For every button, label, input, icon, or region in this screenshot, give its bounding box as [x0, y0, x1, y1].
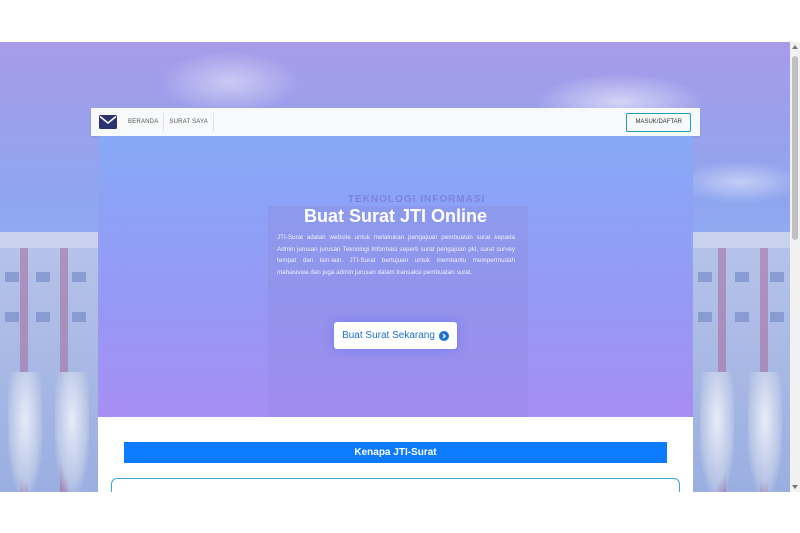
top-navbar: BERANDA SURAT SAYA MASUK/DAFTAR: [91, 108, 700, 136]
create-letter-button[interactable]: Buat Surat Sekarang: [334, 322, 457, 349]
nav-link-beranda[interactable]: BERANDA: [123, 113, 165, 131]
background-building-left: [0, 232, 100, 492]
background-building-right: [690, 232, 790, 492]
vertical-scrollbar[interactable]: [790, 42, 800, 492]
scroll-up-arrow-icon[interactable]: [792, 45, 798, 49]
hero-title: Buat Surat JTI Online: [303, 206, 488, 226]
scrollbar-thumb[interactable]: [792, 56, 798, 240]
scroll-down-arrow-icon[interactable]: [792, 485, 798, 489]
page-viewport: BERANDA SURAT SAYA MASUK/DAFTAR TEKNOLOG…: [0, 42, 790, 492]
create-letter-button-label: Buat Surat Sekarang: [342, 330, 435, 341]
hero-description: JTI-Surat adalah website untuk melakukan…: [277, 234, 515, 276]
chevron-right-circle-icon: [438, 330, 449, 341]
section-heading: Kenapa JTI-Surat: [124, 442, 667, 463]
feature-card: [111, 478, 680, 492]
why-section: Kenapa JTI-Surat: [98, 417, 693, 492]
background-sign-text: TEKNOLOGI INFORMASI: [348, 194, 486, 205]
nav-link-surat-saya[interactable]: SURAT SAYA: [164, 113, 214, 131]
hero-banner: TEKNOLOGI INFORMASI Buat Surat JTI Onlin…: [98, 136, 693, 417]
envelope-icon[interactable]: [99, 115, 117, 129]
login-register-button[interactable]: MASUK/DAFTAR: [626, 112, 691, 132]
